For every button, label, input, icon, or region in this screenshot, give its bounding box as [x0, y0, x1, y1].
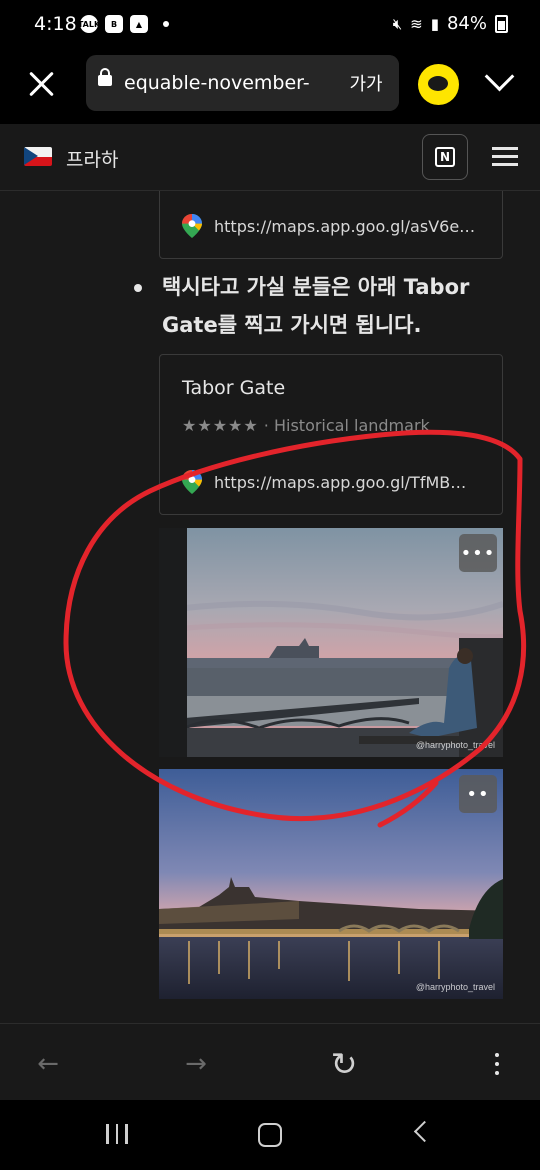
chevron-down-icon[interactable] — [485, 66, 509, 90]
battery-icon — [495, 14, 508, 33]
system-nav-bar — [0, 1100, 540, 1170]
prague-castle-dusk-photo[interactable]: •• @harryphoto_travel — [159, 769, 503, 999]
recents-icon[interactable] — [106, 1124, 128, 1144]
menu-icon[interactable] — [492, 147, 518, 167]
browser-toolbar: equable-november- 가가 — [0, 52, 540, 124]
reload-icon[interactable]: ↻ — [324, 1044, 364, 1084]
battery-percent: 84% — [446, 13, 487, 34]
google-maps-icon — [182, 470, 202, 494]
blog-b-icon: B — [105, 15, 123, 33]
mute-icon: 🔇︎ — [392, 14, 403, 33]
status-time: 4:18 — [34, 13, 77, 35]
rating-stars: ★★★★★ — [182, 416, 259, 435]
text-size-button[interactable]: 가가 — [333, 55, 399, 111]
wifi-icon: ≋ — [410, 14, 423, 33]
tabor-gate-bookmark-card[interactable]: Tabor Gate ★★★★★ · Historical landmark h… — [159, 354, 503, 515]
place-category: · Historical landmark — [258, 416, 430, 435]
previous-bookmark-card[interactable]: https://maps.app.goo.gl/asV6e… — [159, 191, 503, 259]
bookmark-url[interactable]: https://maps.app.goo.gl/asV6e… — [214, 217, 475, 236]
status-bar: 4:18 TALK B ▲ 🔇︎ ≋ ▮ 84% — [0, 0, 540, 52]
bookmark-title: Tabor Gate — [182, 377, 286, 399]
photo-image — [159, 528, 503, 757]
notion-icon: N — [435, 147, 455, 167]
bullet-text: 택시타고 가실 분들은 아래 Tabor Gate를 찍고 가시면 됩니다. — [162, 275, 470, 337]
home-icon[interactable] — [258, 1123, 282, 1147]
lock-icon — [98, 68, 112, 86]
prague-sunset-photo[interactable]: ••• @harryphoto_travel — [159, 528, 503, 757]
czech-flag-icon — [24, 147, 52, 166]
bookmark-link[interactable]: https://maps.app.goo.gl/asV6e… — [182, 214, 475, 238]
photo-image — [159, 769, 503, 999]
more-options-icon[interactable] — [477, 1044, 517, 1084]
back-arrow-icon[interactable]: ← — [28, 1044, 68, 1084]
page-title[interactable]: 프라하 — [66, 145, 118, 172]
page-content: https://maps.app.goo.gl/asV6e… 택시타고 가실 분… — [0, 191, 540, 1023]
photo-more-button[interactable]: ••• — [459, 534, 497, 572]
photo-more-button[interactable]: •• — [459, 775, 497, 813]
bullet-dot — [134, 284, 142, 292]
system-back-icon[interactable] — [413, 1120, 436, 1143]
photo-watermark: @harryphoto_travel — [415, 740, 495, 750]
address-bar[interactable]: equable-november- 가가 — [86, 55, 399, 111]
browser-bottom-nav: ← → ↻ — [0, 1023, 540, 1100]
bookmark-description: ★★★★★ · Historical landmark — [182, 416, 430, 435]
photo-watermark: @harryphoto_travel — [415, 982, 495, 992]
notion-button[interactable]: N — [422, 134, 468, 180]
kakaotalk-icon[interactable] — [418, 64, 459, 105]
site-header: 프라하 N — [0, 124, 540, 191]
forward-arrow-icon[interactable]: → — [176, 1044, 216, 1084]
close-icon[interactable] — [24, 66, 60, 102]
signal-icon: ▮ — [430, 14, 439, 33]
talk-icon: TALK — [78, 15, 100, 33]
bookmark-url[interactable]: https://maps.app.goo.gl/TfMB… — [214, 473, 466, 492]
bookmark-link[interactable]: https://maps.app.goo.gl/TfMB… — [182, 470, 466, 494]
gallery-icon: ▲ — [130, 15, 148, 33]
google-maps-icon — [182, 214, 202, 238]
notification-dot-icon — [163, 21, 169, 27]
